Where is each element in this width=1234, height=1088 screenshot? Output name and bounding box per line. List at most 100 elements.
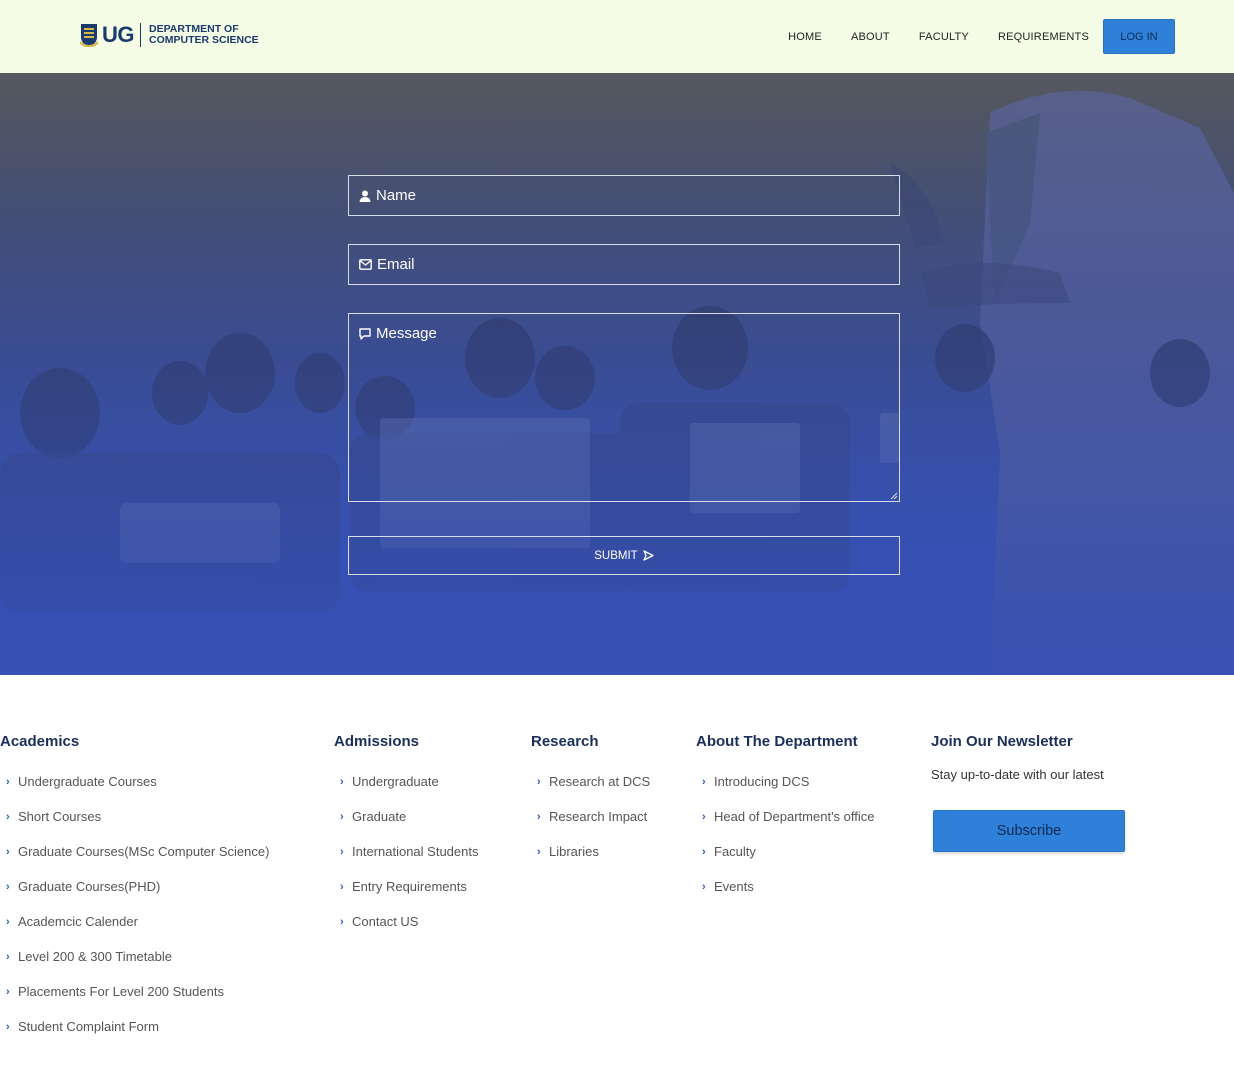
link-label: Placements For Level 200 Students [18,984,224,999]
chevron-right-icon: › [537,845,541,858]
subscribe-button[interactable]: Subscribe [933,810,1125,852]
chevron-right-icon: › [537,810,541,823]
submit-button[interactable]: SUBMIT [348,536,900,575]
newsletter-description: Stay up-to-date with our latest [931,767,1104,782]
footer-research: Research › Research at DCS › Research Impa… [531,733,650,869]
footer-link-complaint-form[interactable]: › Student Complaint Form [0,1009,269,1044]
chevron-right-icon: › [6,985,10,998]
university-crest-icon [80,24,98,47]
link-label: Short Courses [18,809,102,824]
chevron-right-icon: › [6,950,10,963]
footer-link-faculty[interactable]: › Faculty [696,834,875,869]
user-icon [359,190,371,202]
email-field-label: Email [359,256,415,273]
logo-divider [140,23,141,47]
link-label: Contact US [352,914,419,929]
send-icon [643,550,654,561]
link-label: Events [714,879,754,894]
link-label: Level 200 & 300 Timetable [18,949,172,964]
newsletter-heading: Join Our Newsletter [931,733,1073,750]
link-label: Graduate Courses(PHD) [18,879,161,894]
comment-icon [359,327,371,340]
footer-link-contact[interactable]: › Contact US [334,904,478,939]
chevron-right-icon: › [702,845,706,858]
footer-about: About The Department › Introducing DCS › H… [696,733,875,904]
admissions-heading: Admissions [334,733,420,750]
chevron-right-icon: › [6,880,10,893]
footer-link-libraries[interactable]: › Libraries [531,834,650,869]
footer-link-research-impact[interactable]: › Research Impact [531,799,650,834]
footer-link-academic-calendar[interactable]: › Academcic Calender [0,904,269,939]
footer-link-introducing-dcs[interactable]: › Introducing DCS [696,764,875,799]
link-label: Research Impact [549,809,648,824]
chevron-right-icon: › [6,845,10,858]
email-placeholder: Email [377,256,415,273]
email-input[interactable]: Email [348,244,900,285]
footer-link-undergraduate[interactable]: › Undergraduate [334,764,478,799]
message-field-label: Message [359,325,437,342]
about-heading: About The Department [696,733,858,750]
link-label: Introducing DCS [714,774,810,789]
submit-label: SUBMIT [594,549,638,562]
name-input[interactable]: Name [348,175,900,216]
footer-admissions: Admissions › Undergraduate › Graduate › Int… [334,733,478,939]
hero-contact-section: Name Email Message SUBMIT [0,73,1234,675]
main-nav: HOME ABOUT FACULTY REQUIREMENTS LOG IN [788,19,1175,54]
footer-link-graduate[interactable]: › Graduate [334,799,478,834]
name-field-label: Name [359,187,416,204]
academics-heading: Academics [0,733,80,750]
footer-link-hod-office[interactable]: › Head of Department's office [696,799,875,834]
footer-link-graduate-phd[interactable]: › Graduate Courses(PHD) [0,869,269,904]
link-label: Student Complaint Form [18,1019,159,1034]
site-header: UG DEPARTMENT OF COMPUTER SCIENCE HOME A… [0,0,1234,73]
link-label: Academcic Calender [18,914,138,929]
nav-home[interactable]: HOME [788,31,822,43]
message-textarea[interactable]: Message [348,313,900,502]
chevron-right-icon: › [340,775,344,788]
nav-requirements[interactable]: REQUIREMENTS [998,31,1089,43]
nav-faculty[interactable]: FACULTY [919,31,969,43]
logo-short-name: UG [102,22,135,47]
academics-list: › Undergraduate Courses › Short Courses › G… [0,764,269,1044]
chevron-right-icon: › [340,810,344,823]
footer-link-graduate-msc[interactable]: › Graduate Courses(MSc Computer Science) [0,834,269,869]
resize-handle-icon[interactable] [890,492,898,500]
logo-dept-line2: COMPUTER SCIENCE [149,34,259,46]
footer-link-short-courses[interactable]: › Short Courses [0,799,269,834]
chevron-right-icon: › [537,775,541,788]
name-placeholder: Name [376,187,417,204]
footer-link-events[interactable]: › Events [696,869,875,904]
link-label: Libraries [549,844,599,859]
link-label: Faculty [714,844,756,859]
logo-department-name: DEPARTMENT OF COMPUTER SCIENCE [149,24,259,46]
chevron-right-icon: › [340,845,344,858]
footer-link-entry-requirements[interactable]: › Entry Requirements [334,869,478,904]
chevron-right-icon: › [702,880,706,893]
footer-link-timetable[interactable]: › Level 200 & 300 Timetable [0,939,269,974]
link-label: Entry Requirements [352,879,467,894]
link-label: Undergraduate Courses [18,774,157,789]
chevron-right-icon: › [6,810,10,823]
link-label: Undergraduate [352,774,439,789]
footer-link-undergraduate-courses[interactable]: › Undergraduate Courses [0,764,269,799]
footer-link-international[interactable]: › International Students [334,834,478,869]
link-label: Head of Department's office [714,809,875,824]
login-button[interactable]: LOG IN [1103,19,1175,54]
chevron-right-icon: › [6,1020,10,1033]
nav-about[interactable]: ABOUT [851,31,890,43]
footer-link-placements[interactable]: › Placements For Level 200 Students [0,974,269,1009]
research-list: › Research at DCS › Research Impact › Libra… [531,764,650,869]
link-label: Graduate [352,809,407,824]
link-label: Research at DCS [549,774,651,789]
footer-link-research-dcs[interactable]: › Research at DCS [531,764,650,799]
footer-academics: Academics › Undergraduate Courses › Short … [0,733,269,1044]
chevron-right-icon: › [340,915,344,928]
envelope-icon [359,259,372,270]
link-label: Graduate Courses(MSc Computer Science) [18,844,270,859]
chevron-right-icon: › [702,810,706,823]
chevron-right-icon: › [6,915,10,928]
chevron-right-icon: › [6,775,10,788]
admissions-list: › Undergraduate › Graduate › International … [334,764,478,939]
link-label: International Students [352,844,479,859]
site-logo[interactable]: UG DEPARTMENT OF COMPUTER SCIENCE [80,21,259,49]
